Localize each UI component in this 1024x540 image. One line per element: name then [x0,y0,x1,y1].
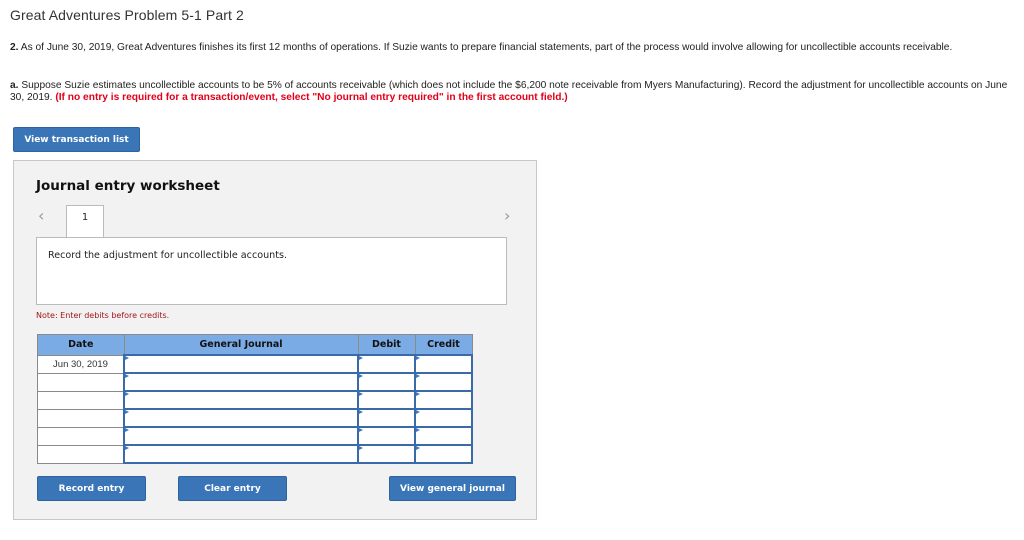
date-cell [37,390,125,410]
date-cell: Jun 30, 2019 [37,354,125,374]
question-paragraph-a: a. Suppose Suzie estimates uncollectible… [10,80,1010,104]
view-general-journal-button[interactable]: View general journal [389,476,516,501]
table-row [37,390,473,410]
date-cell [37,408,125,428]
instruction-box: Record the adjustment for uncollectible … [36,237,507,305]
table-row: Jun 30, 2019 [37,354,473,374]
question-instruction: (If no entry is required for a transacti… [55,92,568,103]
page-title: Great Adventures Problem 5-1 Part 2 [10,7,244,23]
question-letter: a. [10,80,19,91]
chevron-right-icon[interactable]: › [504,206,510,225]
table-header-row: Date General Journal Debit Credit [37,334,473,356]
table-row [37,408,473,428]
chevron-left-icon[interactable]: ‹ [38,206,44,225]
table-row [37,426,473,446]
tab-1[interactable]: 1 [66,205,104,237]
table-row [37,372,473,392]
question-text: As of June 30, 2019, Great Adventures fi… [18,42,953,53]
question-number: 2. [10,42,19,53]
account-input[interactable] [123,444,359,464]
journal-table: Date General Journal Debit Credit Jun 30… [37,334,473,464]
credit-input[interactable] [414,426,473,446]
account-input[interactable] [123,408,359,428]
account-input[interactable] [123,426,359,446]
debit-input[interactable] [357,390,416,410]
account-input[interactable] [123,354,359,374]
date-cell [37,444,125,464]
account-input[interactable] [123,372,359,392]
debit-input[interactable] [357,408,416,428]
worksheet-title: Journal entry worksheet [36,178,220,194]
question-paragraph-2: 2. As of June 30, 2019, Great Adventures… [10,42,1010,54]
view-transaction-list-button[interactable]: View transaction list [13,127,140,152]
debit-input[interactable] [357,444,416,464]
journal-entry-worksheet: Journal entry worksheet ‹ 1 › Record the… [13,160,537,520]
credit-input[interactable] [414,390,473,410]
table-row [37,444,473,464]
credit-input[interactable] [414,372,473,392]
credit-input[interactable] [414,354,473,374]
date-cell [37,372,125,392]
column-header-debit: Debit [357,334,416,356]
column-header-general-journal: General Journal [123,334,359,356]
debit-input[interactable] [357,354,416,374]
clear-entry-button[interactable]: Clear entry [178,476,287,501]
date-cell [37,426,125,446]
account-input[interactable] [123,390,359,410]
debit-credit-note: Note: Enter debits before credits. [36,311,170,320]
debit-input[interactable] [357,426,416,446]
credit-input[interactable] [414,408,473,428]
column-header-date: Date [37,334,125,356]
credit-input[interactable] [414,444,473,464]
instruction-text: Record the adjustment for uncollectible … [48,250,288,261]
column-header-credit: Credit [414,334,473,356]
debit-input[interactable] [357,372,416,392]
record-entry-button[interactable]: Record entry [37,476,146,501]
